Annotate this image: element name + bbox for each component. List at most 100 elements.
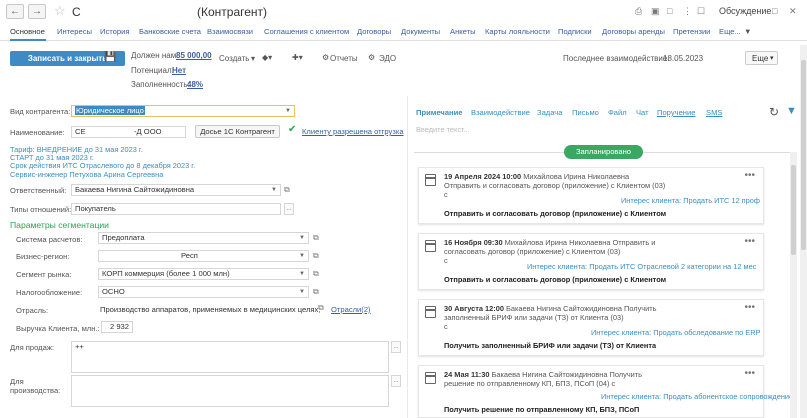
seg-payment-select[interactable]: Предоплата ▼ bbox=[98, 232, 309, 244]
potential-value[interactable]: Нет bbox=[172, 66, 186, 75]
rtab-note[interactable]: Примечание bbox=[416, 108, 463, 117]
rtab-assignment[interactable]: Поручение bbox=[657, 108, 695, 117]
card-date: 19 Апреля 2024 10:00 bbox=[444, 172, 522, 181]
seg-payment-open-icon[interactable]: ⧉ bbox=[313, 233, 319, 243]
card-interest[interactable]: Интерес клиента: Продать абонентское соп… bbox=[601, 392, 793, 401]
activity-scroll-thumb[interactable] bbox=[791, 165, 796, 255]
save-icon[interactable]: 💾 bbox=[104, 52, 116, 63]
more-menu-icon[interactable]: ⋮ bbox=[683, 6, 692, 17]
filter-icon[interactable]: ▼ bbox=[786, 105, 797, 117]
bell-menu-icon[interactable]: ◆▾ bbox=[262, 53, 272, 62]
seg-region-value: Респ bbox=[181, 251, 198, 260]
planned-line-right bbox=[643, 152, 793, 153]
activity-card[interactable]: ••• 19 Апреля 2024 10:00 Михайлова Ирина… bbox=[418, 167, 764, 224]
create-chevron-icon[interactable]: ▾ bbox=[251, 54, 255, 63]
bell-icon[interactable]: □ bbox=[667, 6, 672, 16]
card-interest[interactable]: Интерес клиента: Продать обследование по… bbox=[591, 328, 761, 337]
for-production-textarea[interactable] bbox=[71, 375, 389, 407]
tab-contracts[interactable]: Договоры bbox=[357, 27, 391, 36]
tab-claims[interactable]: Претензии bbox=[673, 27, 710, 36]
for-production-more-button[interactable]: ... bbox=[391, 375, 401, 387]
favorite-star-icon[interactable]: ☆ bbox=[54, 3, 66, 19]
add-menu-icon[interactable]: ✚▾ bbox=[292, 53, 303, 62]
planned-button[interactable]: Запланировано bbox=[564, 145, 643, 159]
tab-documents[interactable]: Документы bbox=[401, 27, 440, 36]
form-scroll-thumb[interactable] bbox=[801, 60, 806, 250]
rtab-letter[interactable]: Письмо bbox=[572, 108, 599, 117]
about-company-button[interactable]: Досье 1С Контрагент bbox=[195, 125, 280, 138]
relation-select-button[interactable]: ... bbox=[284, 203, 294, 215]
seg-industry-icon[interactable]: ⧉ bbox=[318, 303, 324, 313]
link-icon[interactable]: ▣ bbox=[651, 6, 660, 17]
seg-market-select[interactable]: КОРП коммерция (более 1 000 млн) ▼ bbox=[98, 268, 309, 280]
kind-chevron-icon: ▼ bbox=[285, 108, 291, 114]
reports-menu[interactable]: Отчеты bbox=[330, 54, 358, 63]
rtab-file[interactable]: Файл bbox=[608, 108, 627, 117]
edo-icon[interactable]: ⚙ bbox=[368, 53, 375, 62]
rtab-sms[interactable]: SMS bbox=[706, 108, 722, 117]
relation-input[interactable]: Покупатель bbox=[71, 203, 281, 215]
tab-subscriptions[interactable]: Подписки bbox=[558, 27, 592, 36]
responsible-open-icon[interactable]: ⧉ bbox=[284, 185, 290, 195]
rtab-chat[interactable]: Чат bbox=[636, 108, 649, 117]
card-author: Бакаева Нигина Сайтожидиновна Получить bbox=[506, 304, 657, 313]
seg-region-open-icon[interactable]: ⧉ bbox=[313, 251, 319, 261]
for-sales-textarea[interactable]: ++ bbox=[71, 341, 389, 373]
for-sales-more-button[interactable]: ... bbox=[391, 341, 401, 353]
name-label: Наименование: bbox=[10, 128, 65, 137]
note-input[interactable]: Введите текст... bbox=[416, 125, 470, 134]
seg-market-open-icon[interactable]: ⧉ bbox=[313, 269, 319, 279]
seg-market-chevron-icon: ▼ bbox=[299, 271, 305, 277]
forward-button[interactable]: → bbox=[28, 4, 46, 19]
responsible-select[interactable]: Бакаева Нигина Сайтожидиновна ▼ bbox=[71, 184, 281, 196]
window-title-right: (Контрагент) bbox=[197, 5, 268, 19]
rtab-task[interactable]: Задача bbox=[537, 108, 562, 117]
seg-region-select[interactable]: Респ ▼ bbox=[98, 250, 309, 262]
tab-loyalty-cards[interactable]: Карты лояльности bbox=[485, 27, 550, 36]
owes-value[interactable]: 85 000,00 bbox=[176, 51, 212, 60]
seg-market-value: КОРП коммерция (более 1 000 млн) bbox=[102, 269, 230, 278]
card-author: Михайлова Ирина Николаевна Отправить и bbox=[504, 238, 656, 247]
tab-more[interactable]: Еще... bbox=[719, 27, 741, 36]
maximize-icon[interactable]: □ bbox=[772, 6, 777, 16]
activity-card[interactable]: ••• 30 Августа 12:00 Бакаева Нигина Сайт… bbox=[418, 299, 764, 356]
back-button[interactable]: ← bbox=[6, 4, 24, 19]
tab-main[interactable]: Основное bbox=[10, 27, 45, 36]
tab-interests[interactable]: Интересы bbox=[57, 27, 92, 36]
card-date: 30 Августа 12:00 bbox=[444, 304, 504, 313]
tariff-info: Тариф: ВНЕДРЕНИЕ до 31 мая 2023 г. СТАРТ… bbox=[10, 145, 195, 179]
check-icon: ✔ bbox=[288, 124, 297, 135]
seg-tax-select[interactable]: ОСНО ▼ bbox=[98, 286, 309, 298]
discussion-label[interactable]: Обсуждение bbox=[719, 6, 771, 16]
tab-bank-accounts[interactable]: Банковские счета bbox=[139, 27, 201, 36]
close-icon[interactable]: ✕ bbox=[789, 6, 797, 17]
shipment-allowed-link[interactable]: Клиенту разрешена отгрузка bbox=[302, 127, 404, 136]
tab-history[interactable]: История bbox=[100, 27, 129, 36]
tab-lease-contracts[interactable]: Договоры аренды bbox=[602, 27, 665, 36]
refresh-icon[interactable]: ↻ bbox=[769, 105, 779, 119]
print-icon[interactable]: ⎙ bbox=[635, 6, 642, 17]
reports-icon[interactable]: ⚙ bbox=[322, 53, 329, 62]
chat-icon[interactable]: ☐ bbox=[697, 6, 705, 17]
tab-questionnaires[interactable]: Анкеты bbox=[450, 27, 476, 36]
edo-menu[interactable]: ЭДО bbox=[379, 54, 396, 63]
create-menu[interactable]: Создать bbox=[219, 54, 249, 63]
activity-card[interactable]: ••• 16 Ноября 09:30 Михайлова Ирина Нико… bbox=[418, 233, 764, 290]
seg-tax-value: ОСНО bbox=[102, 287, 125, 296]
more-button[interactable]: Еще ▾ bbox=[745, 51, 778, 65]
tab-agreements[interactable]: Соглашения с клиентом bbox=[264, 27, 349, 36]
seg-tax-open-icon[interactable]: ⧉ bbox=[313, 287, 319, 297]
rtab-interaction[interactable]: Взаимодействие bbox=[471, 108, 530, 117]
card-interest[interactable]: Интерес клиента: Продать ИТС Отраслевой … bbox=[527, 262, 756, 271]
fill-value[interactable]: 48% bbox=[187, 80, 203, 89]
card-interest[interactable]: Интерес клиента: Продать ИТС 12 проф bbox=[621, 196, 760, 205]
tabs-more-chevron-icon[interactable]: ▼ bbox=[744, 27, 752, 36]
revenue-input[interactable]: 2 932 bbox=[101, 321, 133, 333]
tab-relations[interactable]: Взаимосвязи bbox=[207, 27, 253, 36]
kind-select[interactable]: Юридическое лицо ▼ bbox=[71, 105, 295, 117]
activity-card[interactable]: ••• 24 Мая 11:30 Бакаева Нигина Сайтожид… bbox=[418, 365, 793, 418]
industries-link[interactable]: Отрасли(2) bbox=[331, 305, 371, 314]
name-input[interactable]: СЕ -Д ООО bbox=[71, 126, 186, 138]
more-chevron-icon: ▾ bbox=[770, 55, 774, 62]
calendar-icon bbox=[425, 174, 436, 186]
